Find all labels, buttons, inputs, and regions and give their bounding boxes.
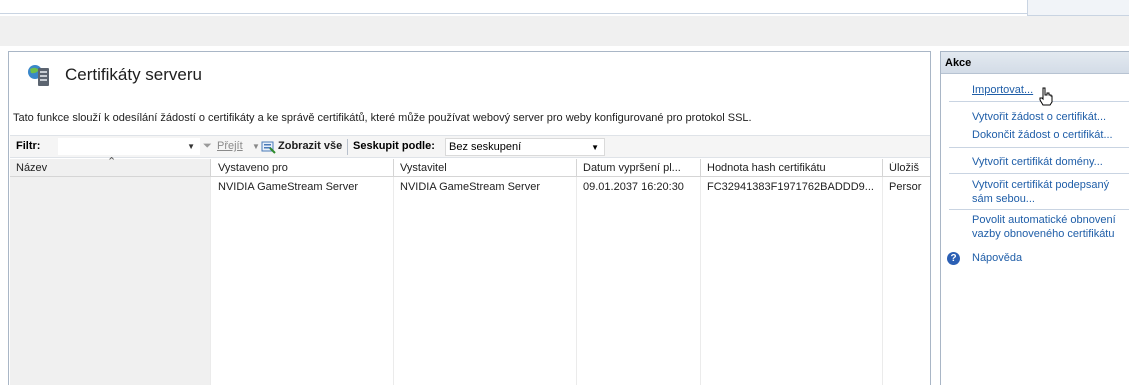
top-strip-line — [0, 13, 1027, 14]
table-row[interactable]: NVIDIA GameStream Server NVIDIA GameStre… — [10, 181, 930, 197]
show-all-icon[interactable] — [261, 139, 276, 154]
group-by-value: Bez seskupení — [449, 141, 522, 153]
column-line — [882, 177, 883, 385]
page-description: Tato funkce slouží k odesílání žádostí o… — [13, 112, 752, 124]
group-by-dropdown-icon[interactable]: ▼ — [591, 143, 599, 152]
group-by-label: Seskupit podle: — [353, 140, 435, 152]
action-help[interactable]: Nápověda — [972, 252, 1022, 264]
go-button[interactable]: Přejít — [217, 140, 243, 152]
show-all-button[interactable]: Zobrazit vše — [278, 140, 342, 152]
column-header-expiration-date[interactable]: Datum vypršení pl... — [583, 162, 699, 174]
action-separator — [949, 147, 1129, 148]
group-by-select[interactable]: Bez seskupení ▼ — [445, 138, 605, 156]
filter-toolbar: Filtr: ▼ ⏷ Přejít ▼ Zobrazit vše Seskupi… — [10, 135, 930, 158]
filter-label: Filtr: — [16, 140, 41, 152]
action-separator — [949, 173, 1129, 174]
action-enable-auto-renewal-line2[interactable]: vazby obnoveného certifikátu — [972, 228, 1114, 240]
column-header-store[interactable]: Úložiš — [889, 162, 929, 174]
server-certificate-icon — [28, 65, 49, 86]
action-separator — [949, 209, 1129, 210]
column-line — [700, 177, 701, 385]
page-title: Certifikáty serveru — [65, 65, 202, 84]
action-create-self-signed-certificate-line2[interactable]: sám sebou... — [972, 193, 1035, 205]
cell-issuer: NVIDIA GameStream Server — [400, 181, 540, 193]
table-header: Název ⌃ Vystaveno pro Vystavitel Datum v… — [10, 156, 930, 177]
cell-issued-to: NVIDIA GameStream Server — [218, 181, 358, 193]
cell-store: Persor — [889, 181, 922, 193]
column-divider[interactable] — [576, 159, 577, 177]
cell-certificate-hash: FC32941383F1971762BADDD9... — [707, 181, 874, 193]
column-line — [393, 177, 394, 385]
cell-expiration-date: 09.01.2037 16:20:30 — [583, 181, 684, 193]
column-line — [576, 177, 577, 385]
go-dropdown-icon[interactable]: ▼ — [252, 142, 260, 151]
top-strip — [0, 0, 1129, 16]
filter-dropdown-icon[interactable]: ▼ — [187, 142, 195, 151]
actions-title: Akce — [941, 52, 1129, 74]
action-enable-auto-renewal[interactable]: Povolit automatické obnovení — [972, 214, 1116, 226]
action-create-certificate-request[interactable]: Vytvořit žádost o certifikát... — [972, 111, 1106, 123]
action-create-domain-certificate[interactable]: Vytvořit certifikát domény... — [972, 156, 1103, 168]
sort-ascending-icon: ⌃ — [107, 156, 117, 168]
column-divider[interactable] — [882, 159, 883, 177]
action-import[interactable]: Importovat... — [972, 84, 1033, 96]
hand-cursor-icon — [1039, 87, 1053, 106]
certificate-table: Název ⌃ Vystaveno pro Vystavitel Datum v… — [10, 156, 930, 385]
column-divider[interactable] — [700, 159, 701, 177]
column-line — [210, 177, 211, 385]
header-gap — [0, 16, 1129, 46]
toolbar-separator — [347, 139, 348, 155]
column-divider[interactable] — [210, 159, 211, 177]
main-panel: Certifikáty serveru Tato funkce slouží k… — [8, 51, 931, 385]
top-strip-right-block — [1027, 0, 1129, 16]
column-header-issuer[interactable]: Vystavitel — [400, 162, 570, 174]
funnel-icon: ⏷ — [203, 140, 212, 152]
actions-pane: Akce Importovat... Vytvořit žádost o cer… — [940, 51, 1129, 385]
filter-input[interactable]: ▼ — [58, 138, 200, 155]
column-header-name[interactable]: Název — [16, 162, 196, 174]
help-icon[interactable]: ? — [947, 252, 960, 265]
column-divider[interactable] — [393, 159, 394, 177]
action-complete-certificate-request[interactable]: Dokončit žádost o certifikát... — [972, 129, 1113, 141]
column-header-issued-to[interactable]: Vystaveno pro — [218, 162, 388, 174]
column-header-certificate-hash[interactable]: Hodnota hash certifikátu — [707, 162, 879, 174]
action-create-self-signed-certificate[interactable]: Vytvořit certifikát podepsaný — [972, 179, 1109, 191]
